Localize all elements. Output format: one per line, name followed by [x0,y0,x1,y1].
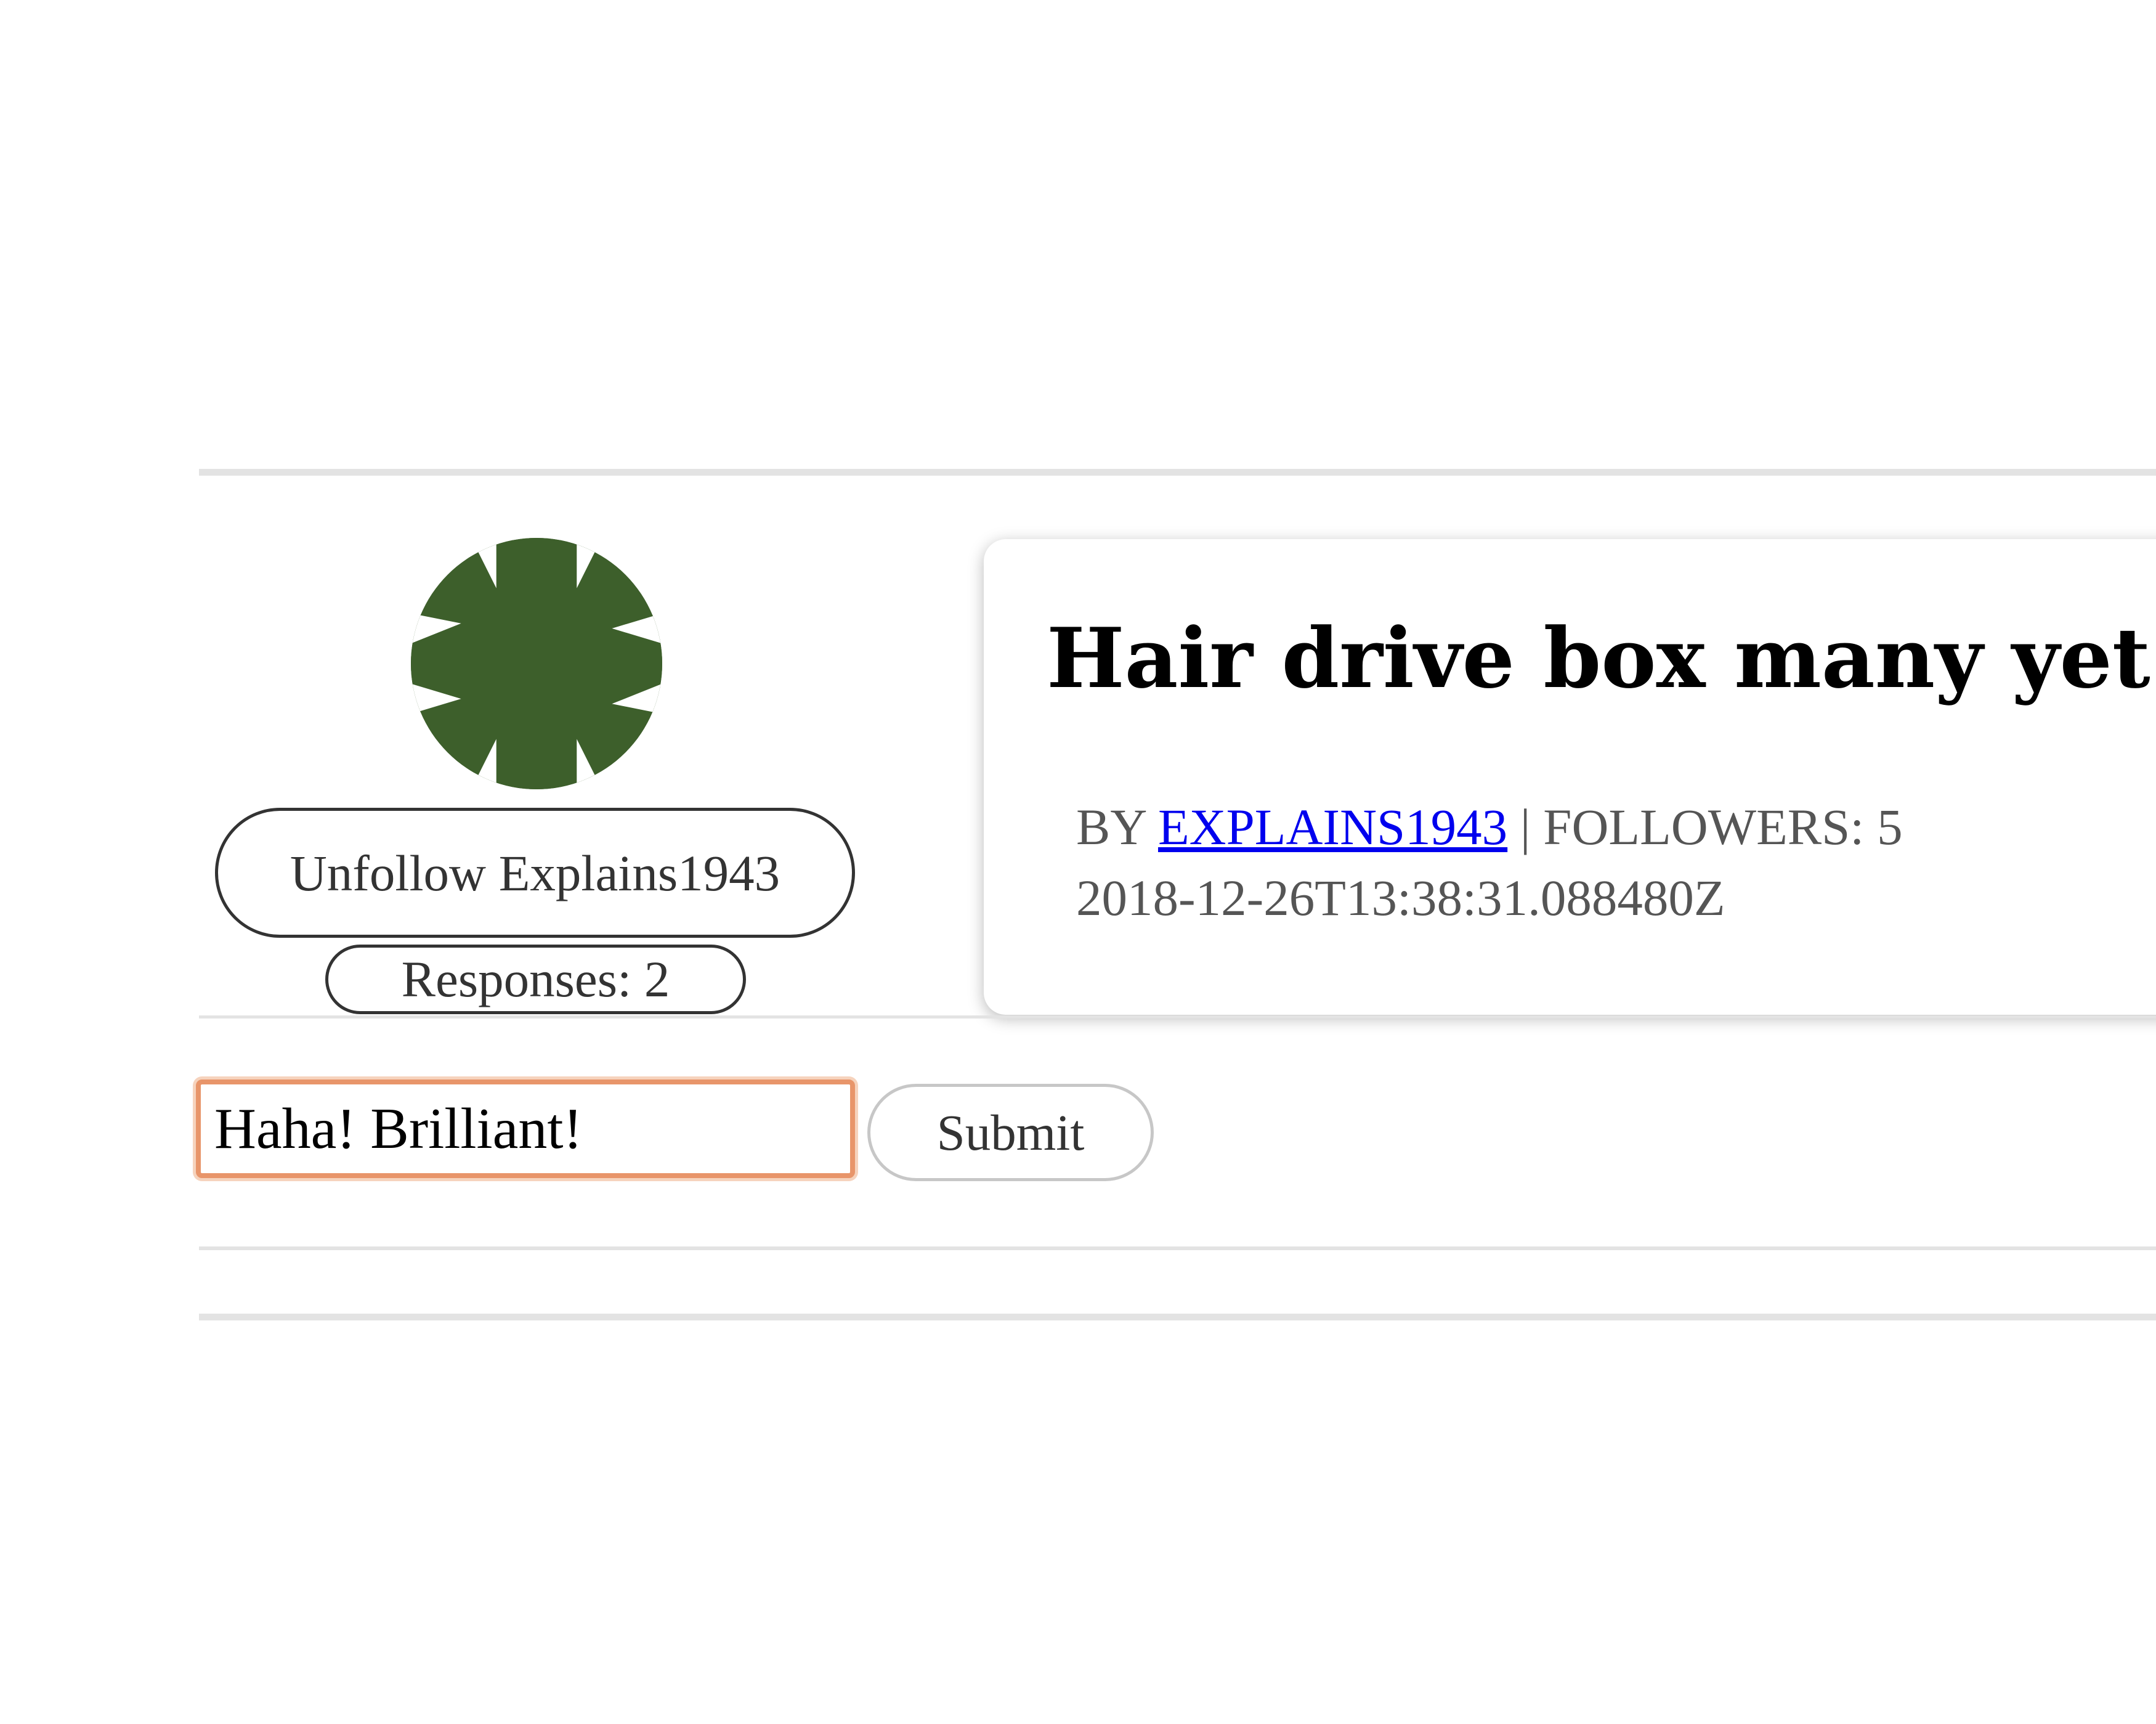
author-avatar [411,538,662,789]
followers-count: FOLLOWERS: 5 [1543,799,1903,855]
top-divider [199,469,2156,476]
section-divider [199,1015,2156,1019]
author-link[interactable]: EXPLAINS1943 [1158,799,1507,855]
byline-prefix: BY [1076,799,1158,855]
post-title: Hair drive box many yet. [1047,609,2156,707]
post-card: Hair drive box many yet. BY EXPLAINS1943… [984,539,2156,1015]
post-meta: BY EXPLAINS1943 | FOLLOWERS: 5 2018-12-2… [1076,792,1903,933]
comment-input[interactable] [196,1080,855,1178]
post-timestamp: 2018-12-26T13:38:31.088480Z [1076,869,1725,926]
submit-button[interactable]: Submit [867,1084,1154,1181]
byline-separator: | [1507,799,1544,855]
unfollow-button[interactable]: Unfollow Explains1943 [215,808,855,938]
bottom-divider [199,1314,2156,1320]
pinwheel-avatar-icon [411,538,662,789]
responses-count-badge: Responses: 2 [325,945,746,1014]
form-divider [199,1246,2156,1250]
post-byline: BY EXPLAINS1943 | FOLLOWERS: 5 [1076,792,1903,863]
